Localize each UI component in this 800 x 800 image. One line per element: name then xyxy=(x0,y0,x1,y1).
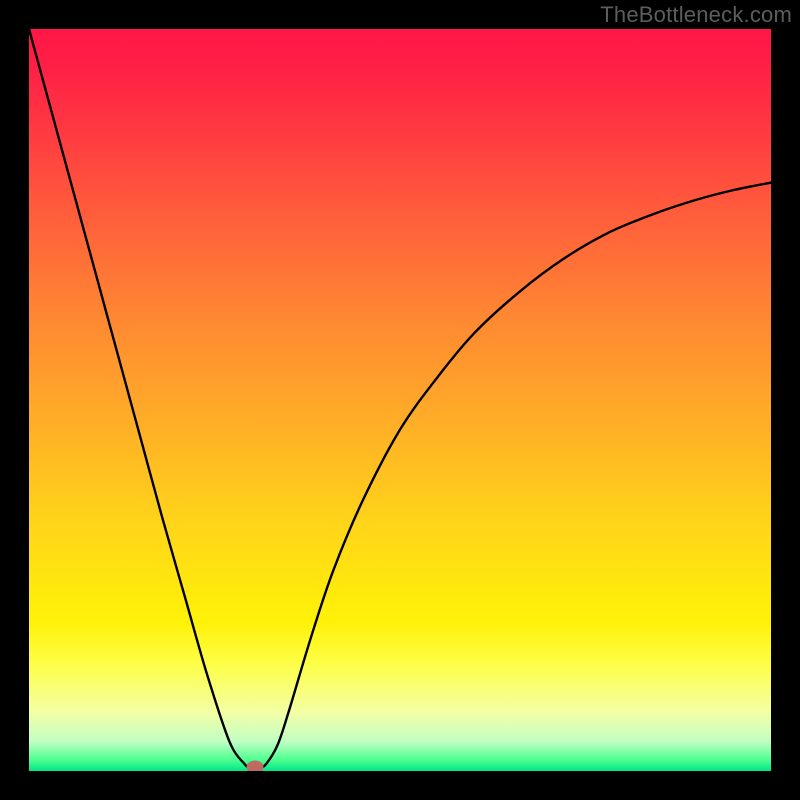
bottleneck-curve xyxy=(29,29,771,769)
outer-frame: TheBottleneck.com xyxy=(0,0,800,800)
curve-layer xyxy=(29,29,771,771)
plot-area xyxy=(29,29,771,771)
watermark-label: TheBottleneck.com xyxy=(600,2,792,28)
minimum-marker xyxy=(247,761,264,771)
